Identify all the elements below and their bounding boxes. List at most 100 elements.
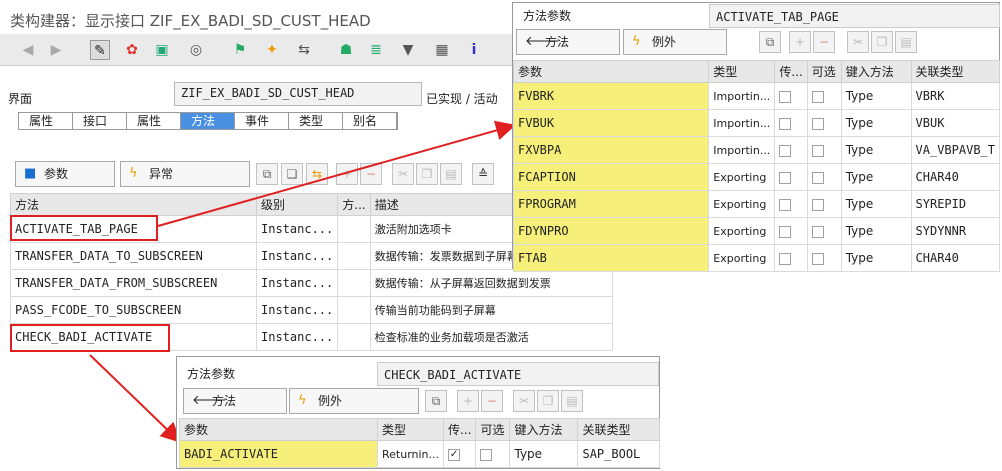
table-row[interactable]: FVBRK Importin... Type VBRK bbox=[512, 82, 1001, 110]
method-params-panel-1: 方法参数 ACTIVATE_TAB_PAGE 🡐 方法 ϟ 例外 ⧉ + − ✂ ❐… bbox=[512, 2, 1001, 272]
params1-label: 方法参数 bbox=[523, 9, 572, 23]
param-type: Importin... bbox=[708, 109, 776, 137]
param-typing: Type bbox=[840, 163, 912, 191]
paste-icon[interactable]: ▤ bbox=[561, 390, 583, 412]
param-name[interactable]: FTAB bbox=[512, 244, 710, 272]
param-name[interactable]: BADI_ACTIVATE bbox=[179, 440, 378, 468]
optional-checkbox[interactable] bbox=[811, 225, 824, 238]
param-type: Returnin... bbox=[376, 440, 445, 468]
insert-row-icon[interactable]: + bbox=[457, 390, 479, 412]
pass-value-checkbox[interactable] bbox=[779, 198, 792, 211]
pass-value-checkbox[interactable]: ✓ bbox=[448, 448, 461, 461]
params1-method-button[interactable]: 🡐 方法 bbox=[516, 29, 620, 55]
col-type: 类型 bbox=[376, 418, 445, 441]
param-typing: Type bbox=[840, 109, 912, 137]
params2-table: 参数 类型 传... 可选 键入方法 关联类型 BADI_ACTIVATE Ret… bbox=[179, 418, 660, 468]
delete-row-icon[interactable]: − bbox=[813, 31, 835, 53]
optional-checkbox[interactable] bbox=[811, 144, 824, 157]
pass-value-checkbox[interactable] bbox=[779, 171, 792, 184]
param-type: Exporting bbox=[708, 244, 776, 272]
col-ref-type: 关联类型 bbox=[910, 60, 1001, 83]
cut-icon[interactable]: ✂ bbox=[847, 31, 869, 53]
params1-exceptions-button-label: 例外 bbox=[652, 35, 677, 49]
toolbar-display-icon[interactable]: ⧉ bbox=[759, 31, 781, 53]
param-name[interactable]: FDYNPRO bbox=[512, 217, 710, 245]
insert-row-icon[interactable]: + bbox=[789, 31, 811, 53]
param-name[interactable]: FVBRK bbox=[512, 82, 710, 110]
param-typing: Type bbox=[840, 136, 912, 164]
param-name[interactable]: FCAPTION bbox=[512, 163, 710, 191]
copy-icon[interactable]: ❐ bbox=[871, 31, 893, 53]
params1-table: 参数 类型 传... 可选 键入方法 关联类型 FVBRK Importin...… bbox=[512, 60, 1001, 272]
lightning-icon: ϟ bbox=[298, 393, 307, 408]
param-typing: Type bbox=[509, 440, 579, 468]
param-typing: Type bbox=[840, 244, 912, 272]
param-ref: SAP_BOOL bbox=[577, 440, 660, 468]
param-type: Importin... bbox=[708, 82, 776, 110]
param-ref: VBUK bbox=[910, 109, 1001, 137]
param-name[interactable]: FXVBPA bbox=[512, 136, 710, 164]
param-ref: SYDYNNR bbox=[910, 217, 1001, 245]
optional-checkbox[interactable] bbox=[811, 117, 824, 130]
toolbar-display-icon[interactable]: ⧉ bbox=[425, 390, 447, 412]
arrow-left-icon: 🡐 bbox=[525, 34, 560, 49]
param-name[interactable]: FVBUK bbox=[512, 109, 710, 137]
optional-checkbox[interactable] bbox=[811, 90, 824, 103]
paste-icon[interactable]: ▤ bbox=[895, 31, 917, 53]
arrow-left-icon: 🡐 bbox=[192, 393, 227, 408]
param-ref: VA_VBPAVB_T bbox=[910, 136, 1001, 164]
pass-value-checkbox[interactable] bbox=[779, 117, 792, 130]
table-row[interactable]: FTAB Exporting Type CHAR40 bbox=[512, 244, 1001, 272]
table-row[interactable]: FCAPTION Exporting Type CHAR40 bbox=[512, 163, 1001, 191]
table-row[interactable]: BADI_ACTIVATE Returnin... ✓ Type SAP_BOOL bbox=[179, 440, 660, 468]
params1-method[interactable]: ACTIVATE_TAB_PAGE bbox=[709, 4, 1000, 28]
param-type: Exporting bbox=[708, 217, 776, 245]
optional-checkbox[interactable] bbox=[480, 448, 493, 461]
lightning-icon: ϟ bbox=[632, 34, 641, 49]
param-typing: Type bbox=[840, 217, 912, 245]
param-typing: Type bbox=[840, 82, 912, 110]
params2-method[interactable]: CHECK_BADI_ACTIVATE bbox=[377, 362, 659, 386]
col-param: 参数 bbox=[179, 418, 378, 441]
delete-row-icon[interactable]: − bbox=[481, 390, 503, 412]
arrow-to-params1 bbox=[157, 120, 516, 227]
col-optional: 可选 bbox=[475, 418, 511, 441]
params2-exceptions-button[interactable]: ϟ 例外 bbox=[289, 388, 419, 414]
optional-checkbox[interactable] bbox=[811, 171, 824, 184]
table-row[interactable]: FVBUK Importin... Type VBUK bbox=[512, 109, 1001, 137]
arrow-to-params2 bbox=[89, 354, 181, 443]
col-ref-type: 关联类型 bbox=[577, 418, 660, 441]
param-type: Importin... bbox=[708, 136, 776, 164]
col-pass-value: 传... bbox=[443, 418, 477, 441]
params2-label: 方法参数 bbox=[187, 367, 236, 381]
param-ref: SYREPID bbox=[910, 190, 1001, 218]
col-pass-value: 传... bbox=[774, 60, 808, 83]
param-type: Exporting bbox=[708, 190, 776, 218]
param-ref: VBRK bbox=[910, 82, 1001, 110]
pass-value-checkbox[interactable] bbox=[779, 225, 792, 238]
col-typing: 键入方法 bbox=[509, 418, 579, 441]
pass-value-checkbox[interactable] bbox=[779, 252, 792, 265]
params2-exceptions-button-label: 例外 bbox=[318, 394, 343, 408]
table-row[interactable]: FXVBPA Importin... Type VA_VBPAVB_T bbox=[512, 136, 1001, 164]
cut-icon[interactable]: ✂ bbox=[513, 390, 535, 412]
optional-checkbox[interactable] bbox=[811, 252, 824, 265]
col-optional: 可选 bbox=[806, 60, 842, 83]
pass-value-checkbox[interactable] bbox=[779, 90, 792, 103]
params2-method-button[interactable]: 🡐 方法 bbox=[183, 388, 287, 414]
param-name[interactable]: FPROGRAM bbox=[512, 190, 710, 218]
copy-icon[interactable]: ❐ bbox=[537, 390, 559, 412]
param-ref: CHAR40 bbox=[910, 163, 1001, 191]
param-typing: Type bbox=[840, 190, 912, 218]
optional-checkbox[interactable] bbox=[811, 198, 824, 211]
param-type: Exporting bbox=[708, 163, 776, 191]
param-ref: CHAR40 bbox=[910, 244, 1001, 272]
table-row[interactable]: FDYNPRO Exporting Type SYDYNNR bbox=[512, 217, 1001, 245]
params1-exceptions-button[interactable]: ϟ 例外 bbox=[623, 29, 727, 55]
col-param: 参数 bbox=[512, 60, 710, 83]
method-params-panel-2: 方法参数 CHECK_BADI_ACTIVATE 🡐 方法 ϟ 例外 ⧉ + − ✂… bbox=[176, 356, 660, 469]
col-typing: 键入方法 bbox=[840, 60, 912, 83]
col-type: 类型 bbox=[708, 60, 776, 83]
pass-value-checkbox[interactable] bbox=[779, 144, 792, 157]
table-row[interactable]: FPROGRAM Exporting Type SYREPID bbox=[512, 190, 1001, 218]
